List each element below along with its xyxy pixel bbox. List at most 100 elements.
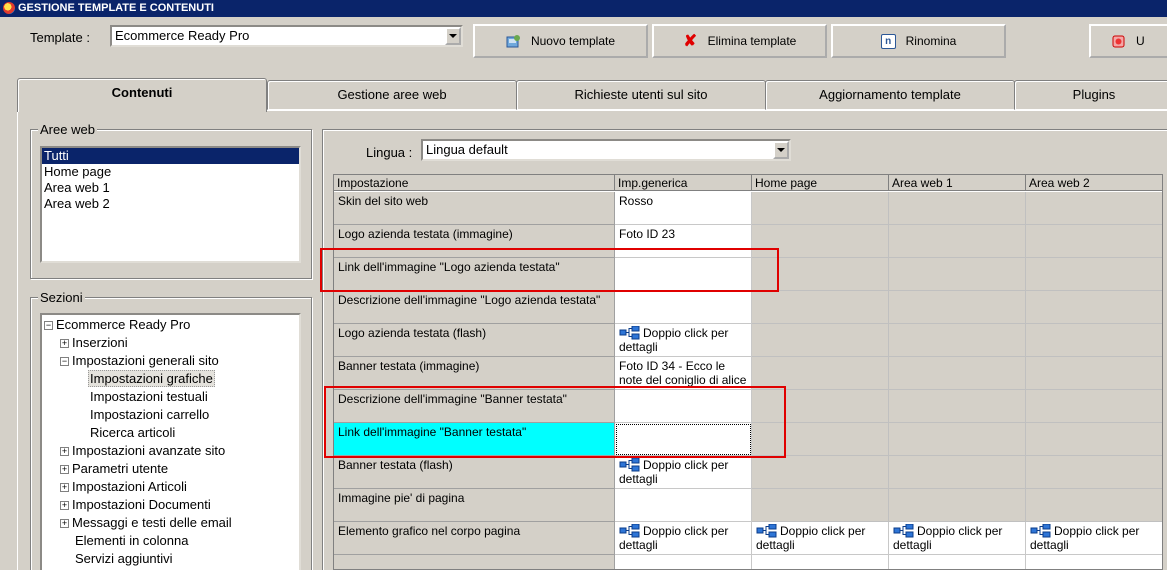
area-value-cell[interactable] [1026,324,1162,357]
area-value-cell[interactable] [752,390,889,423]
list-item[interactable]: Area web 1 [42,180,299,196]
tree-item[interactable]: + Inserzioni [60,334,128,352]
expand-icon[interactable]: + [60,339,69,348]
tab-richieste-utenti[interactable]: Richieste utenti sul sito [516,80,766,110]
area-value-cell[interactable] [752,489,889,522]
template-select[interactable]: Ecommerce Ready Pro [110,25,463,47]
list-item[interactable]: Area web 2 [42,196,299,212]
area-value-cell[interactable] [1026,192,1162,225]
tree-item[interactable]: Elementi in colonna [75,532,188,550]
area-value-cell[interactable]: Doppio click per dettagli [1026,522,1162,555]
empty-cell[interactable] [889,555,1026,569]
area-value-cell[interactable] [752,456,889,489]
setting-label-cell[interactable]: Logo azienda testata (immagine) [334,225,615,258]
generic-value-cell[interactable] [615,423,752,456]
setting-label-cell[interactable]: Banner testata (immagine) [334,357,615,390]
generic-value-cell[interactable]: Foto ID 34 - Ecco le note del coniglio d… [615,357,752,390]
setting-label-cell[interactable]: Link dell'immagine "Banner testata" [334,423,615,456]
tree-item[interactable]: + Impostazioni avanzate sito [60,442,225,460]
area-value-cell[interactable] [1026,357,1162,390]
expand-icon[interactable]: + [60,483,69,492]
generic-value-cell[interactable]: Rosso [615,192,752,225]
generic-value-cell[interactable] [615,258,752,291]
generic-value-cell[interactable]: Foto ID 23 [615,225,752,258]
area-value-cell[interactable] [752,357,889,390]
area-value-cell[interactable] [889,390,1026,423]
collapse-icon[interactable]: − [60,357,69,366]
lingua-dropdown-button[interactable] [773,141,789,159]
expand-icon[interactable]: + [60,519,69,528]
area-value-cell[interactable] [752,225,889,258]
rename-button[interactable]: n Rinomina [831,24,1006,58]
tab-aggiornamento-template[interactable]: Aggiornamento template [765,80,1015,110]
generic-value-cell[interactable] [615,489,752,522]
column-header[interactable]: Imp.generica [615,175,752,191]
lingua-select[interactable]: Lingua default [421,139,791,161]
setting-label-cell[interactable]: Link dell'immagine "Logo azienda testata… [334,258,615,291]
area-value-cell[interactable] [1026,225,1162,258]
collapse-icon[interactable]: − [44,321,53,330]
area-value-cell[interactable] [752,258,889,291]
area-value-cell[interactable] [889,423,1026,456]
new-template-button[interactable]: Nuovo template [473,24,648,58]
setting-label-cell[interactable]: Elemento grafico nel corpo pagina [334,522,615,555]
area-value-cell[interactable] [752,324,889,357]
tree-item[interactable]: + Impostazioni Articoli [60,478,187,496]
tree-item[interactable]: − Impostazioni generali sito [60,352,219,370]
setting-label-cell[interactable]: Skin del sito web [334,192,615,225]
generic-value-cell[interactable] [615,291,752,324]
area-value-cell[interactable]: Doppio click per dettagli [889,522,1026,555]
empty-cell[interactable] [615,555,752,569]
generic-value-cell[interactable]: Doppio click per dettagli [615,456,752,489]
area-value-cell[interactable] [889,258,1026,291]
area-value-cell[interactable]: Doppio click per dettagli [752,522,889,555]
tab-plugins[interactable]: Plugins [1014,80,1167,110]
area-value-cell[interactable] [889,489,1026,522]
area-value-cell[interactable] [889,357,1026,390]
sezioni-tree[interactable]: − Ecommerce Ready Pro + Inserzioni − Impost… [40,313,301,570]
empty-cell[interactable] [752,555,889,569]
expand-icon[interactable]: + [60,501,69,510]
area-value-cell[interactable] [889,291,1026,324]
area-value-cell[interactable] [1026,423,1162,456]
area-value-cell[interactable] [1026,258,1162,291]
list-item[interactable]: Home page [42,164,299,180]
tree-item-root[interactable]: − Ecommerce Ready Pro [44,316,190,334]
setting-label-cell[interactable]: Descrizione dell'immagine "Logo azienda … [334,291,615,324]
delete-template-button[interactable]: ✘ Elimina template [652,24,827,58]
template-dropdown-button[interactable] [445,27,461,45]
generic-value-cell[interactable] [615,390,752,423]
area-value-cell[interactable] [752,291,889,324]
column-header[interactable]: Impostazione [334,175,615,191]
area-value-cell[interactable] [889,324,1026,357]
area-value-cell[interactable] [752,423,889,456]
area-value-cell[interactable] [889,456,1026,489]
area-value-cell[interactable] [752,192,889,225]
setting-label-cell[interactable]: Logo azienda testata (flash) [334,324,615,357]
setting-label-cell[interactable]: Immagine pie' di pagina [334,489,615,522]
list-item[interactable]: Tutti [42,148,299,164]
tree-item[interactable]: + Impostazioni Documenti [60,496,211,514]
expand-icon[interactable]: + [60,465,69,474]
area-value-cell[interactable] [889,225,1026,258]
column-header[interactable]: Home page [752,175,889,191]
area-value-cell[interactable] [1026,291,1162,324]
generic-value-cell[interactable]: Doppio click per dettagli [615,522,752,555]
setting-label-cell[interactable]: Descrizione dell'immagine "Banner testat… [334,390,615,423]
tree-item[interactable]: Ricerca articoli [90,424,175,442]
area-value-cell[interactable] [1026,390,1162,423]
setting-label-cell[interactable]: Banner testata (flash) [334,456,615,489]
tree-item-selected[interactable]: Impostazioni grafiche [88,370,215,388]
settings-grid[interactable]: Impostazione Imp.generica Home page Area… [333,174,1163,570]
area-value-cell[interactable] [1026,489,1162,522]
area-value-cell[interactable] [889,192,1026,225]
column-header[interactable]: Area web 1 [889,175,1026,191]
generic-value-cell[interactable]: Doppio click per dettagli [615,324,752,357]
expand-icon[interactable]: + [60,447,69,456]
tab-gestione-aree-web[interactable]: Gestione aree web [267,80,517,110]
exit-button[interactable]: U [1089,24,1167,58]
empty-cell[interactable] [334,555,615,569]
area-value-cell[interactable] [1026,456,1162,489]
tree-item[interactable]: + Parametri utente [60,460,168,478]
tree-item[interactable]: Impostazioni testuali [90,388,208,406]
